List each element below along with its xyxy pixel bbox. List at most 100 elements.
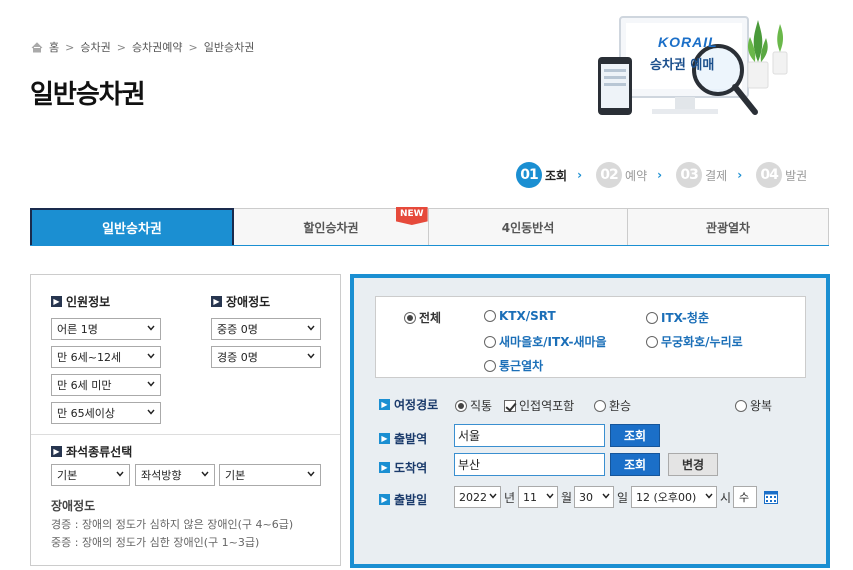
- checkbox-checked-icon: [504, 399, 516, 412]
- seat-direction-select[interactable]: 좌석방향: [135, 464, 215, 486]
- chevron-down-icon: [307, 353, 315, 359]
- passenger-panel: ▶ 인원정보 ▶ 장애정도 어른 1명 만 6세~12세 만 6세 미만 만 6…: [30, 274, 341, 566]
- day-unit: 일: [617, 491, 629, 505]
- arrival-search-button[interactable]: 조회: [610, 453, 660, 476]
- chevron-right-icon: ›: [737, 168, 743, 182]
- chevron-down-icon: [147, 325, 155, 331]
- arrow-bullet-icon: ▶: [379, 433, 390, 444]
- mild-disability-select[interactable]: 경증 0명: [211, 346, 321, 368]
- chevron-right-icon: ›: [577, 168, 583, 182]
- divider: [31, 434, 340, 435]
- banner-illustration: KORAIL 승차권 예매: [590, 12, 790, 132]
- seat-class-select[interactable]: 기본: [51, 464, 130, 486]
- route-direct-radio[interactable]: 직통: [455, 397, 492, 414]
- home-icon[interactable]: [31, 41, 43, 53]
- chevron-down-icon: [116, 471, 124, 477]
- train-type-saemaeul-radio[interactable]: 새마을호/ITX-새마을: [484, 333, 607, 350]
- senior-count-select[interactable]: 만 65세이상: [51, 402, 161, 424]
- route-nearby-checkbox[interactable]: 인접역포함: [504, 397, 574, 414]
- breadcrumb-reservation[interactable]: 승차권예약: [132, 39, 183, 55]
- chevron-down-icon: [489, 493, 497, 499]
- disability-note-title: 장애정도: [51, 499, 96, 513]
- korail-logo: KORAIL: [658, 34, 718, 50]
- breadcrumb-ticket[interactable]: 승차권: [80, 39, 110, 55]
- chevron-right-icon: >: [188, 40, 198, 54]
- breadcrumb-current: 일반승차권: [203, 41, 255, 54]
- radio-icon: [484, 335, 496, 348]
- train-type-mugunghwa-radio[interactable]: 무궁화호/누리로: [646, 333, 743, 350]
- disability-title: ▶ 장애정도: [211, 293, 270, 310]
- new-badge: NEW: [396, 207, 428, 225]
- train-type-all-radio[interactable]: 전체: [404, 309, 441, 326]
- banner-caption: 승차권 예매: [650, 58, 715, 73]
- passenger-info-title: ▶ 인원정보: [51, 293, 110, 310]
- route-label: ▶ 여정경로: [379, 396, 438, 413]
- radio-icon: [484, 359, 496, 372]
- weekday-display: 수: [733, 486, 757, 508]
- step-search: 01 조회 ›: [516, 162, 596, 188]
- arrival-station-input[interactable]: 부산: [454, 453, 605, 476]
- chevron-down-icon: [602, 493, 610, 499]
- train-type-box: 전체 KTX/SRT ITX-청춘 새마을호/ITX-새마을 무궁화호/누리로 …: [375, 296, 806, 378]
- calendar-icon[interactable]: [764, 490, 778, 507]
- radio-checked-icon: [455, 399, 467, 412]
- hour-select[interactable]: 12 (오후00): [631, 486, 717, 508]
- seat-type-title: ▶ 좌석종류선택: [51, 443, 132, 460]
- search-panel: 전체 KTX/SRT ITX-청춘 새마을호/ITX-새마을 무궁화호/누리로 …: [350, 274, 830, 568]
- day-select[interactable]: 30: [574, 486, 614, 508]
- chevron-down-icon: [307, 471, 315, 477]
- arrow-bullet-icon: ▶: [51, 446, 62, 457]
- disability-note-mild: 경증 : 장애의 정도가 심하지 않은 장애인(구 4~6급): [51, 518, 294, 531]
- page-title: 일반승차권: [30, 80, 146, 110]
- chevron-down-icon: [147, 381, 155, 387]
- chevron-down-icon: [147, 409, 155, 415]
- year-unit: 년: [504, 491, 516, 505]
- tab-discount-ticket[interactable]: 할인승차권 NEW: [234, 207, 429, 245]
- month-select[interactable]: 11: [518, 486, 558, 508]
- train-type-commuter-radio[interactable]: 통근열차: [484, 357, 543, 374]
- radio-icon: [594, 399, 606, 412]
- breadcrumb: 홈 > 승차권 > 승차권예약 > 일반승차권: [31, 39, 254, 55]
- train-type-itx-radio[interactable]: ITX-청춘: [646, 309, 709, 326]
- hour-unit: 시: [720, 491, 732, 505]
- chevron-right-icon: >: [65, 40, 75, 54]
- tab-general-ticket[interactable]: 일반승차권: [30, 208, 234, 245]
- child-count-select[interactable]: 만 6세~12세: [51, 346, 161, 368]
- tab-tour-train[interactable]: 관광열차: [628, 208, 829, 245]
- arrow-bullet-icon: ▶: [211, 296, 222, 307]
- breadcrumb-home[interactable]: 홈: [49, 39, 59, 55]
- radio-checked-icon: [404, 311, 416, 324]
- radio-icon: [735, 399, 747, 412]
- infant-count-select[interactable]: 만 6세 미만: [51, 374, 161, 396]
- route-roundtrip-radio[interactable]: 왕복: [735, 397, 772, 414]
- progress-steps: 01 조회 › 02 예약 › 03 결제 › 04 발권: [516, 162, 807, 188]
- tab-group-seat[interactable]: 4인동반석: [429, 208, 628, 245]
- departure-label: ▶ 출발역: [379, 430, 427, 447]
- arrow-bullet-icon: ▶: [379, 399, 390, 410]
- arrow-bullet-icon: ▶: [379, 494, 390, 505]
- radio-icon: [646, 335, 658, 348]
- radio-icon: [646, 311, 658, 324]
- departure-station-input[interactable]: 서울: [454, 424, 605, 447]
- year-select[interactable]: 2022: [454, 486, 501, 508]
- route-transfer-radio[interactable]: 환승: [594, 397, 631, 414]
- departure-search-button[interactable]: 조회: [610, 424, 660, 447]
- swap-stations-button[interactable]: 변경: [668, 453, 718, 476]
- train-type-ktx-radio[interactable]: KTX/SRT: [484, 309, 556, 323]
- tab-label: 할인승차권: [303, 220, 359, 235]
- departure-date-label: ▶ 출발일: [379, 491, 427, 508]
- disability-note-severe: 중증 : 장애의 정도가 심한 장애인(구 1~3급): [51, 536, 260, 549]
- arrow-bullet-icon: ▶: [51, 296, 62, 307]
- chevron-down-icon: [307, 325, 315, 331]
- ticket-tabs: 일반승차권 할인승차권 NEW 4인동반석 관광열차: [30, 207, 829, 246]
- chevron-down-icon: [546, 493, 554, 499]
- chevron-right-icon: >: [116, 40, 126, 54]
- seat-position-select[interactable]: 기본: [219, 464, 321, 486]
- severe-disability-select[interactable]: 중증 0명: [211, 318, 321, 340]
- adult-count-select[interactable]: 어른 1명: [51, 318, 161, 340]
- radio-icon: [484, 310, 496, 322]
- step-payment: 03 결제 ›: [676, 162, 756, 188]
- arrival-label: ▶ 도착역: [379, 459, 427, 476]
- step-issue: 04 발권: [756, 162, 807, 188]
- arrow-bullet-icon: ▶: [379, 462, 390, 473]
